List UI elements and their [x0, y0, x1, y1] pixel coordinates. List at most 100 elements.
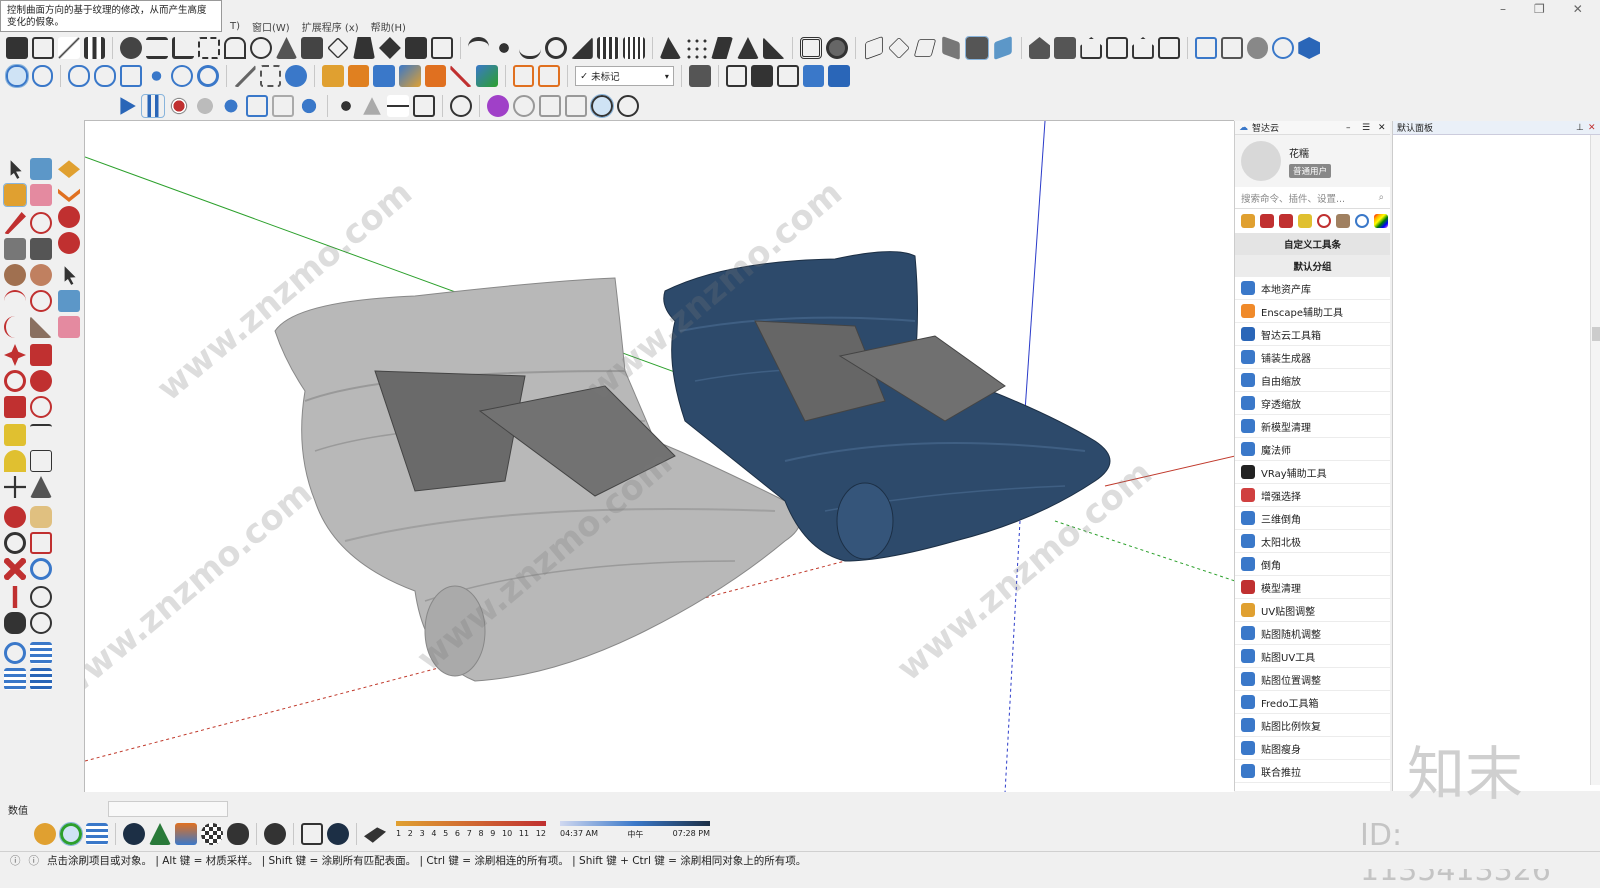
cloud-tool-icon[interactable] [94, 65, 116, 87]
component-icon[interactable] [58, 290, 80, 312]
pin-icon[interactable]: ⊥ [1576, 123, 1588, 133]
layer-tool-icon[interactable] [725, 65, 748, 87]
3d-viewport[interactable]: www.znzmo.com www.znzmo.com www.znzmo.co… [84, 120, 1234, 792]
tool-icon[interactable] [321, 65, 344, 87]
drape-icon[interactable] [58, 206, 80, 228]
cloud-tool-icon[interactable] [5, 64, 29, 88]
tool-icon[interactable] [512, 65, 535, 87]
rotate-view-icon[interactable] [513, 95, 535, 117]
export-icon[interactable] [1157, 37, 1180, 59]
cloud-tool-icon[interactable] [31, 65, 54, 87]
panel-tool-item[interactable]: 贴图UV工具 [1235, 645, 1390, 668]
layer-tool-icon[interactable] [751, 65, 773, 87]
layer-tool-icon[interactable] [828, 65, 851, 87]
view-front-icon[interactable] [914, 39, 937, 57]
cloud-sync-icon[interactable] [1272, 37, 1295, 59]
toolbar-tool-icon[interactable] [120, 37, 143, 59]
mail-icon[interactable] [301, 823, 323, 845]
cloud-tool-icon[interactable] [68, 65, 91, 87]
tool-icon[interactable] [347, 65, 370, 87]
toolbar-tool-icon[interactable] [622, 37, 645, 59]
house-icon[interactable] [1080, 37, 1103, 59]
panel-tool-item[interactable]: 贴图位置调整 [1235, 668, 1390, 691]
close-icon[interactable]: ✕ [1573, 2, 1583, 16]
position-camera-icon[interactable] [12, 586, 18, 608]
info-icon[interactable] [327, 823, 349, 845]
line-icon[interactable] [387, 95, 409, 117]
panel-tool-item[interactable]: 太阳北极 [1235, 530, 1390, 553]
layer-tool-icon[interactable] [802, 65, 825, 87]
hide-icon[interactable] [450, 95, 472, 117]
move-icon[interactable] [1260, 214, 1274, 228]
axes-icon[interactable] [4, 476, 26, 498]
zoom-icon[interactable] [4, 532, 26, 554]
layer-manager-icon[interactable] [4, 642, 26, 664]
toolbar-tool-icon[interactable] [659, 37, 682, 59]
refresh-tool-icon[interactable] [171, 65, 194, 87]
open-folder-icon[interactable] [1194, 37, 1217, 59]
pencil-icon[interactable] [1279, 214, 1293, 228]
share-model-icon[interactable] [1106, 37, 1129, 59]
panel-tool-item[interactable]: Enscape辅助工具 [1235, 300, 1390, 323]
toolbar-tool-icon[interactable] [570, 37, 593, 59]
waves-icon[interactable] [30, 642, 52, 664]
tool-icon[interactable] [538, 65, 561, 87]
offset-icon[interactable] [30, 396, 52, 418]
zoom-window-icon[interactable] [30, 532, 52, 554]
panel-tool-item[interactable]: 贴图随机调整 [1235, 622, 1390, 645]
select-arrow-icon[interactable] [10, 160, 22, 179]
look-around-icon[interactable] [30, 586, 52, 608]
close-icon[interactable]: ✕ [1378, 123, 1390, 133]
panel-tool-item[interactable]: 联合推拉 [1235, 760, 1390, 783]
component-icon[interactable] [30, 158, 52, 180]
warehouse-icon[interactable] [1028, 37, 1051, 59]
gear-flower-icon[interactable] [617, 95, 639, 117]
panel-tool-item[interactable]: 倒角 [1235, 553, 1390, 576]
tool-icon[interactable] [476, 65, 498, 87]
sync-icon[interactable] [59, 822, 83, 846]
pencil-icon[interactable] [4, 212, 26, 234]
3d-text-icon[interactable] [30, 476, 52, 498]
polygon-tool-icon[interactable] [30, 264, 52, 286]
orbit-icon[interactable] [4, 506, 26, 528]
view-left-icon[interactable] [993, 36, 1012, 60]
panel-tool-item[interactable]: 魔法师 [1235, 438, 1390, 461]
close-icon[interactable]: ✕ [1588, 123, 1600, 133]
search-icon[interactable]: ⌕ [1379, 192, 1384, 203]
app-logo-icon[interactable] [1298, 37, 1321, 59]
toolbar-tool-icon[interactable] [57, 37, 80, 59]
tape-measure-icon[interactable] [4, 424, 26, 446]
gear-icon[interactable] [264, 823, 286, 845]
section-plane-icon[interactable] [30, 612, 52, 634]
list-tool-icon[interactable] [86, 823, 108, 845]
walk-icon[interactable] [4, 612, 26, 634]
eraser-icon[interactable] [30, 184, 52, 206]
menu-item-tools[interactable]: T) [230, 21, 240, 32]
pushpull-icon[interactable] [30, 344, 52, 366]
rotate-icon[interactable] [4, 370, 26, 392]
freehand-icon[interactable] [30, 212, 52, 234]
camera-icon[interactable] [539, 95, 561, 117]
toolbar-tool-icon[interactable] [685, 37, 708, 59]
scrollbar-thumb[interactable] [1592, 327, 1600, 341]
circle-tool-icon[interactable] [4, 264, 26, 286]
toolbar-tool-icon[interactable] [467, 37, 490, 59]
cloud-icon[interactable] [1355, 214, 1369, 228]
toolbar-tool-icon[interactable] [327, 37, 350, 59]
view-top-icon[interactable] [888, 37, 911, 59]
toolbar-tool-icon[interactable] [378, 37, 401, 59]
timer-icon[interactable] [590, 94, 614, 118]
help-icon[interactable] [298, 95, 320, 117]
play-icon[interactable] [120, 97, 136, 115]
toolbar-tool-icon[interactable] [6, 37, 28, 59]
texture-icon[interactable] [1336, 214, 1350, 228]
settings-icon[interactable] [220, 95, 242, 117]
paint-icon[interactable] [1241, 214, 1255, 228]
toolbar-tool-icon[interactable] [223, 37, 246, 59]
shadow-month-slider[interactable]: 1 2 3 4 5 6 7 8 9 10 11 12 [396, 821, 546, 847]
panel-tool-item[interactable]: 新模型清理 [1235, 415, 1390, 438]
sandbox-icon[interactable] [58, 160, 80, 178]
toolbar-tool-icon[interactable] [404, 37, 427, 59]
cone-icon[interactable] [363, 97, 381, 115]
snapshot-icon[interactable] [565, 95, 587, 117]
